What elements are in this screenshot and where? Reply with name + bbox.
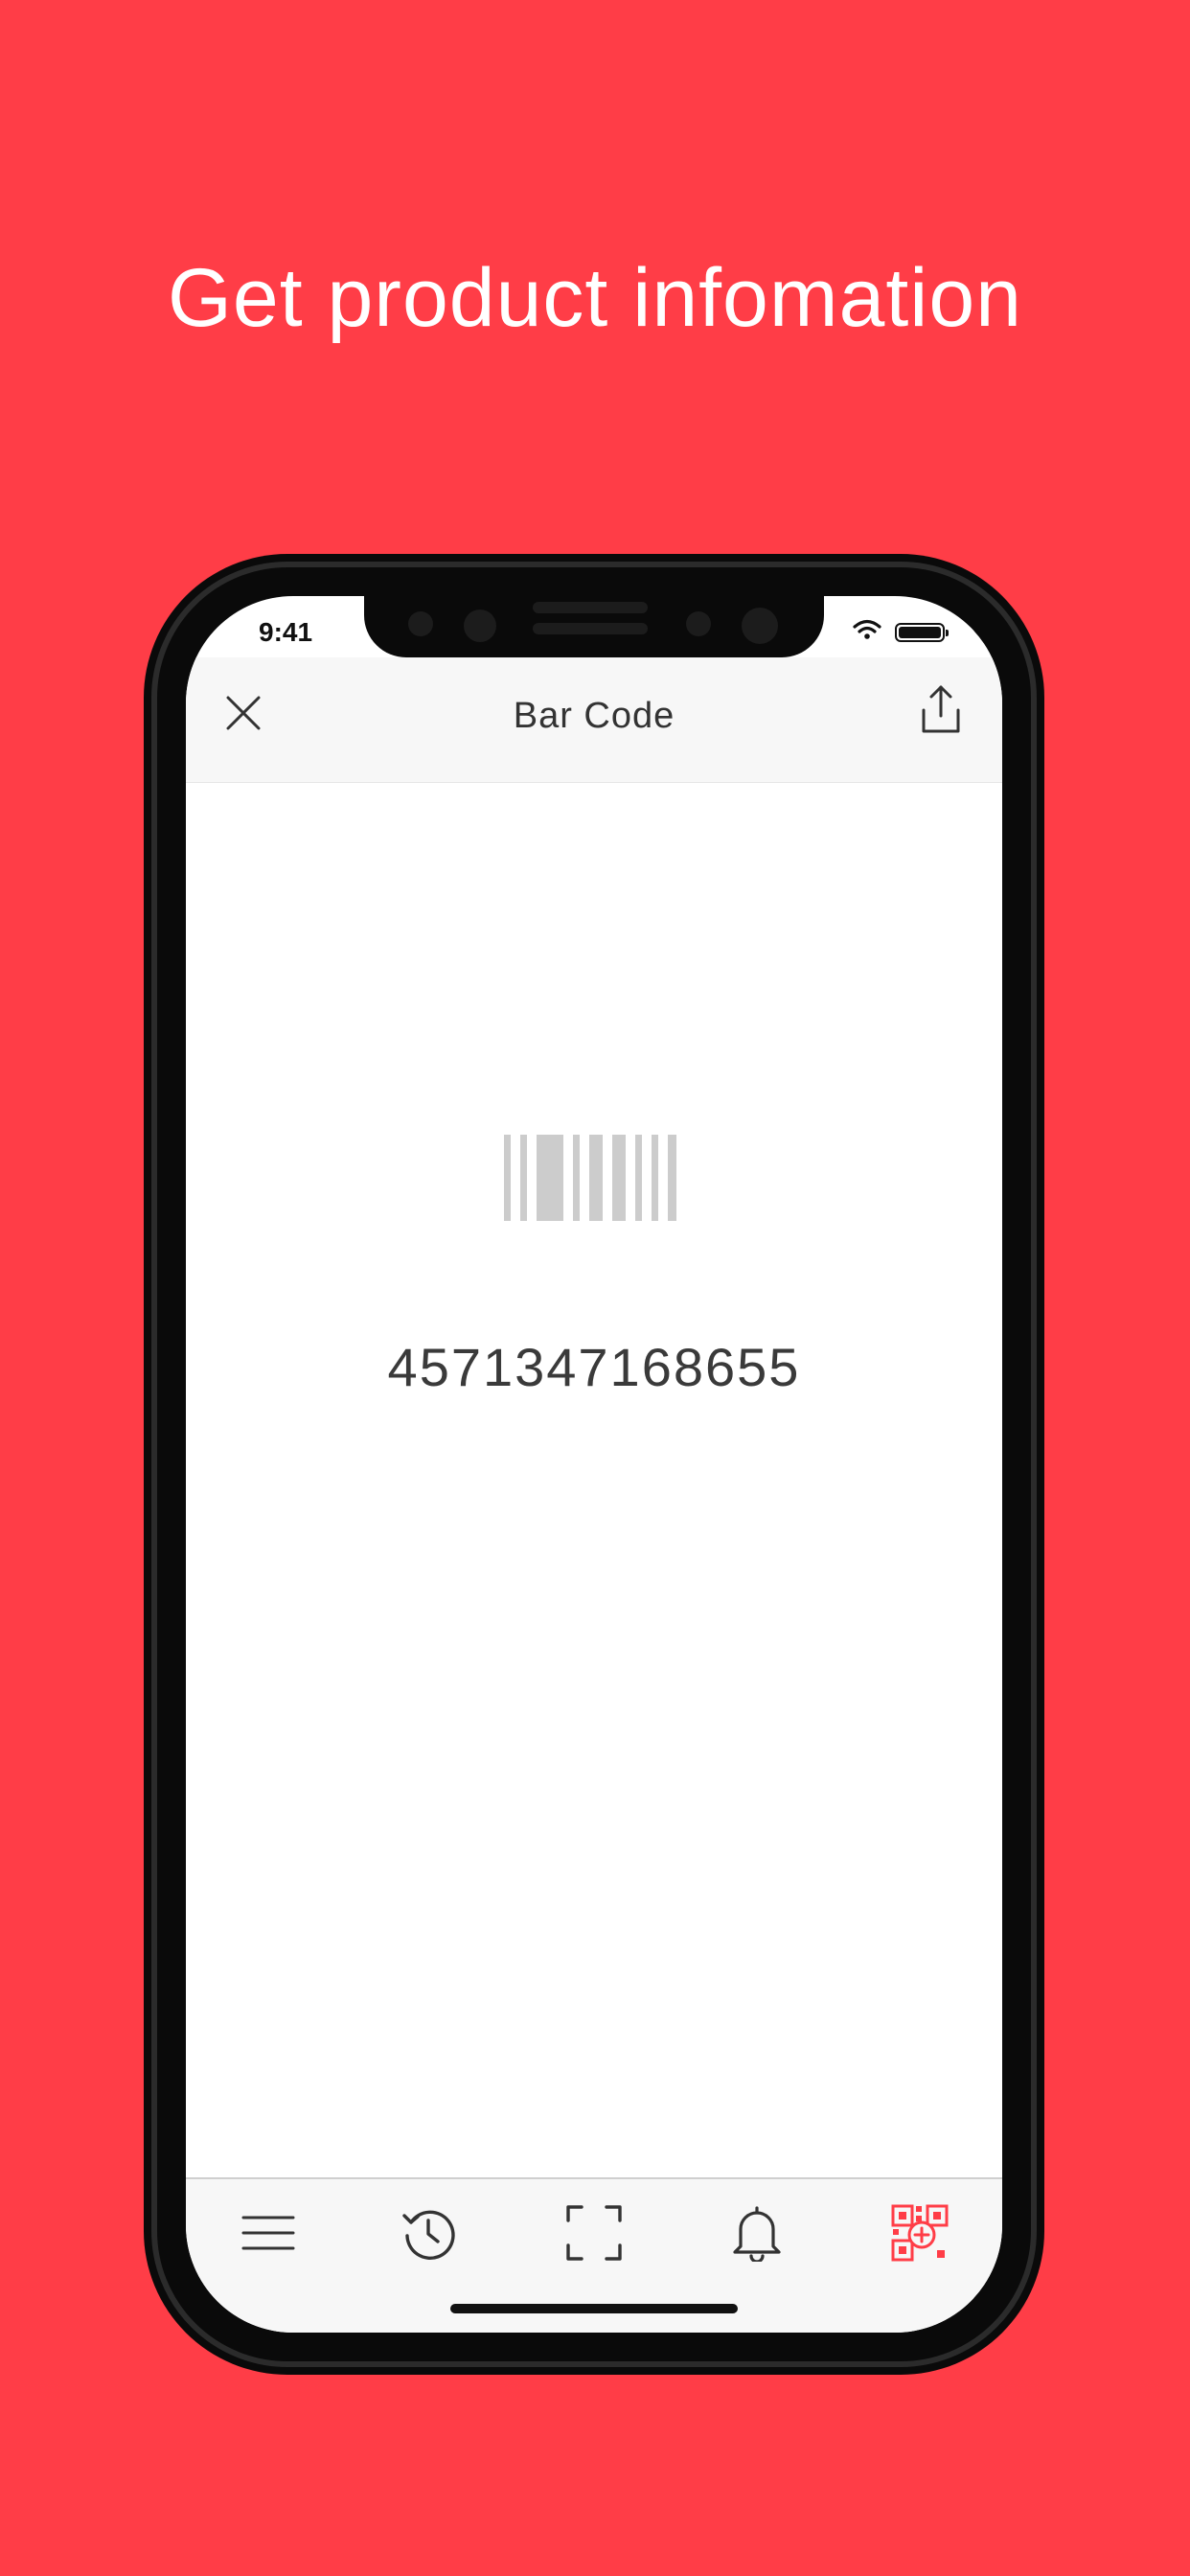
page-title: Bar Code	[513, 696, 675, 736]
home-indicator[interactable]	[450, 2304, 738, 2313]
tab-history[interactable]	[391, 2196, 468, 2273]
barcode-number: 4571347168655	[387, 1337, 801, 1397]
phone-screen: 9:41 Bar Code 4571347168655	[186, 596, 1002, 2333]
tab-create-code[interactable]	[881, 2196, 958, 2273]
share-button[interactable]	[912, 678, 970, 746]
sensor-dot	[408, 611, 433, 636]
speaker-grille	[533, 623, 648, 634]
menu-icon	[241, 2212, 295, 2259]
scan-frame-icon	[566, 2204, 622, 2266]
navigation-bar: Bar Code	[186, 657, 1002, 783]
share-icon	[918, 683, 964, 742]
front-camera	[464, 610, 496, 642]
bell-icon	[731, 2204, 783, 2266]
tab-notifications[interactable]	[719, 2196, 795, 2273]
status-time: 9:41	[259, 617, 313, 647]
wifi-icon	[853, 619, 881, 645]
headline: Get product infomation	[167, 252, 1023, 344]
speaker-grille	[533, 602, 648, 613]
battery-icon	[895, 622, 949, 642]
sensor-dot	[686, 611, 711, 636]
qr-code-add-icon	[891, 2204, 949, 2266]
history-icon	[401, 2205, 457, 2266]
sensor-dot	[742, 608, 778, 644]
tab-menu[interactable]	[230, 2196, 307, 2273]
notch	[364, 596, 824, 657]
status-icons	[853, 619, 949, 645]
barcode-icon	[504, 1135, 676, 1221]
tab-scan[interactable]	[556, 2196, 632, 2273]
